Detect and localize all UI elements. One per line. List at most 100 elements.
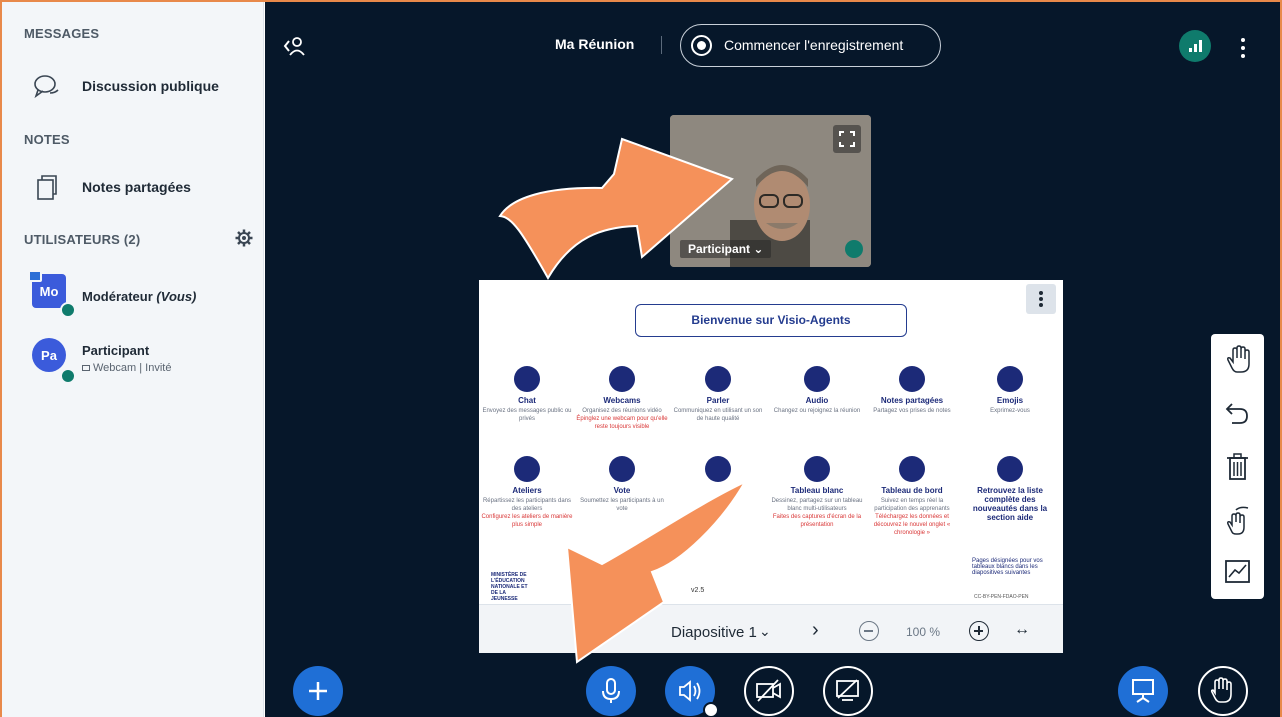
undo-icon[interactable] — [1220, 394, 1255, 429]
gear-icon[interactable] — [235, 229, 253, 247]
feature-desc: Envoyez des messages public ou privés — [482, 408, 572, 422]
plus-icon — [309, 682, 327, 700]
sidebar: MESSAGES Discussion publique NOTES Notes… — [2, 2, 264, 717]
feature-title: Retrouvez la liste complète des nouveaut… — [972, 486, 1048, 522]
users-section-title: UTILISATEURS (2) — [24, 232, 141, 247]
screenshare-button[interactable] — [823, 666, 873, 716]
microphone-icon — [705, 366, 731, 392]
raise-hand-button[interactable] — [1198, 666, 1248, 716]
self-tag: (Vous) — [156, 289, 197, 304]
notes-section-title: NOTES — [24, 132, 70, 147]
feature-note: Épinglez une webcam pour qu'elle reste t… — [576, 416, 668, 430]
public-chat-label: Discussion publique — [82, 78, 219, 94]
feature-emojis: Emojis Exprimez-vous — [962, 366, 1058, 415]
feature-desc: Exprimez-vous — [990, 408, 1030, 414]
participant-status-text: Webcam | Invité — [93, 362, 172, 374]
audio-button[interactable] — [665, 666, 719, 717]
avatar-participant[interactable]: Pa — [32, 338, 66, 372]
chat-icon — [34, 75, 59, 99]
options-menu-icon[interactable] — [1241, 38, 1247, 60]
mic-status-icon — [60, 368, 76, 384]
poll-icon — [609, 456, 635, 482]
slide-options-icon[interactable] — [1026, 284, 1056, 314]
microphone-icon — [602, 678, 620, 703]
notes-icon — [899, 366, 925, 392]
help-icon — [997, 456, 1023, 482]
next-slide-icon[interactable]: › — [812, 619, 819, 642]
messages-section-title: MESSAGES — [24, 26, 100, 41]
webcam-icon — [609, 366, 635, 392]
audio-settings-chevron-icon[interactable] — [703, 702, 719, 717]
webcam-video[interactable]: Participant ⌄ — [670, 115, 871, 267]
feature-title: Vote — [613, 486, 631, 495]
feature-desc: Répartissez les participants dans des at… — [482, 498, 572, 512]
emoji-icon — [997, 366, 1023, 392]
webcam-icon — [82, 365, 90, 371]
feature-dashboard: Tableau de bord Suivez en temps réel la p… — [864, 456, 960, 537]
slide-select[interactable]: Diapositive 1 — [671, 624, 757, 641]
feature-speak: Parler Communiquez en utilisant un son de… — [670, 366, 766, 423]
connection-status-button[interactable] — [1179, 30, 1211, 62]
feature-note: Configurez les ateliers de manière plus … — [481, 514, 573, 528]
slide-title: Bienvenue sur Visio-Agents — [635, 304, 907, 337]
feature-breakout: Ateliers Répartissez les participants dan… — [479, 456, 575, 529]
feature-title: Tableau de bord — [881, 486, 943, 495]
fit-width-icon[interactable]: ↔ — [1014, 621, 1030, 639]
fullscreen-icon[interactable] — [833, 125, 861, 153]
screenshare-off-icon — [836, 679, 859, 701]
user-status-participant: Webcam | Invité — [82, 362, 171, 374]
shared-notes-item[interactable]: Notes partagées — [2, 165, 264, 209]
main-area: Ma Réunion Commencer l'enregistrement Pa… — [265, 2, 1280, 717]
feature-notes: Notes partagées Partagez vos prises de no… — [864, 366, 960, 415]
license-label: CC-BY-PEN-FDAO-PEN — [974, 594, 1029, 600]
signal-icon — [1189, 40, 1202, 52]
raise-hand-icon — [1210, 677, 1232, 703]
feature-whiteboard: Tableau blanc Dessinez, partagez sur un t… — [769, 456, 865, 529]
toggle-users-list-icon[interactable] — [282, 36, 306, 56]
chart-icon[interactable] — [1220, 554, 1255, 589]
presentation-slide[interactable]: Bienvenue sur Visio-Agents Chat Envoyez d… — [479, 280, 1063, 604]
feature-desc: Communiquez en utilisant un son de haute… — [673, 408, 763, 422]
start-recording-button[interactable]: Commencer l'enregistrement — [680, 24, 941, 67]
feature-title: Tableau blanc — [790, 486, 844, 495]
feature-title: Ateliers — [512, 486, 542, 495]
record-label: Commencer l'enregistrement — [724, 37, 904, 53]
ministry-logo: MINISTÈRE DE L'ÉDUCATION NATIONALE ET DE… — [491, 572, 528, 602]
shared-notes-label: Notes partagées — [82, 179, 191, 195]
feature-title: Emojis — [996, 396, 1024, 405]
chevron-down-icon[interactable]: ⌄ — [759, 623, 771, 640]
feature-title: Notes partagées — [880, 396, 944, 405]
webcam-button[interactable] — [744, 666, 794, 716]
microphone-button[interactable] — [586, 666, 636, 716]
user-name-participant[interactable]: Participant — [82, 343, 149, 358]
presentation-icon — [1132, 679, 1154, 703]
moderator-name: Modérateur — [82, 289, 153, 304]
feature-help: Retrouvez la liste complète des nouveaut… — [962, 456, 1058, 522]
feature-title: Chat — [518, 396, 536, 405]
hand-tool-icon[interactable] — [1220, 342, 1255, 377]
chat-icon — [514, 366, 540, 392]
actions-button[interactable] — [293, 666, 343, 716]
whiteboard-toolbar — [1211, 334, 1264, 599]
user-name-moderator[interactable]: Modérateur (Vous) — [82, 289, 196, 304]
screenshare-icon — [705, 456, 731, 482]
feature-desc: Suivez en temps réel la participation de… — [874, 498, 950, 512]
zoom-in-icon[interactable] — [969, 621, 989, 641]
multi-user-draw-icon[interactable] — [1220, 502, 1255, 537]
zoom-out-icon[interactable] — [859, 621, 879, 641]
chevron-down-icon: ⌄ — [753, 242, 764, 256]
public-chat-item[interactable]: Discussion publique — [2, 64, 264, 108]
trash-icon[interactable] — [1220, 449, 1255, 484]
whiteboard-icon — [804, 456, 830, 482]
audio-icon — [804, 366, 830, 392]
feature-desc: Changez ou rejoignez la réunion — [773, 408, 861, 414]
mic-status-icon — [60, 302, 76, 318]
dashboard-icon — [899, 456, 925, 482]
slide-controls: Diapositive 1 ⌄ › 100 % ↔ — [479, 604, 1063, 653]
top-bar: Ma Réunion Commencer l'enregistrement — [265, 2, 1280, 72]
presentation-button[interactable] — [1118, 666, 1168, 716]
feature-audio: Audio Changez ou rejoignez la réunion — [769, 366, 865, 415]
feature-desc: Dessinez, partagez sur un tableau blanc … — [771, 498, 863, 512]
notes-icon — [37, 175, 57, 200]
video-participant-label[interactable]: Participant ⌄ — [680, 240, 772, 258]
